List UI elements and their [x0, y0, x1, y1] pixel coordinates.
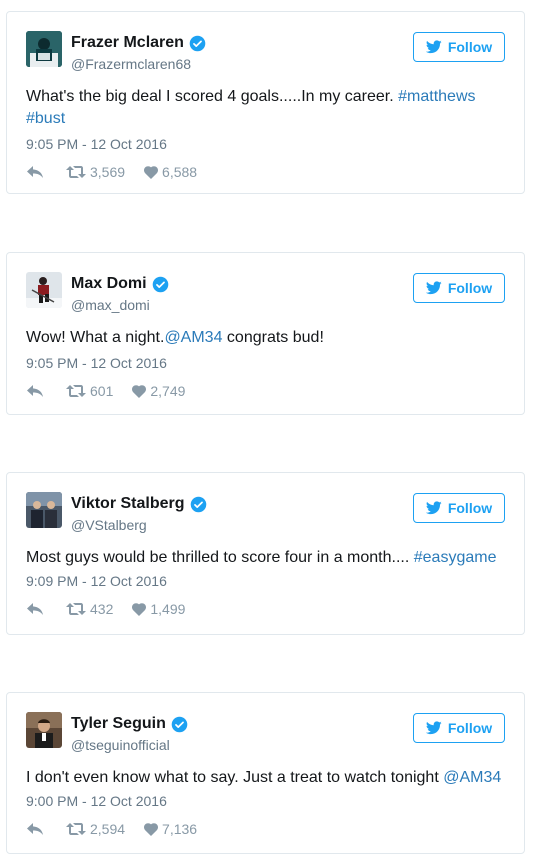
- reply-button[interactable]: [26, 602, 66, 616]
- follow-label: Follow: [447, 280, 493, 296]
- like-count: 6,588: [162, 164, 198, 180]
- avatar[interactable]: [26, 712, 62, 748]
- tweet-text: I don't even know what to say. Just a tr…: [26, 767, 505, 789]
- like-button[interactable]: 1,499: [132, 601, 204, 617]
- timestamp[interactable]: 9:05 PM - 12 Oct 2016: [26, 136, 167, 152]
- tweet-text-body: Wow! What a night.: [26, 329, 165, 346]
- tweet-text: Wow! What a night.@AM34 congrats bud!: [26, 327, 505, 349]
- follow-button[interactable]: Follow: [413, 32, 505, 62]
- tweet-card: Tyler Seguin @tseguinofficial Follow I d…: [6, 692, 525, 854]
- tweet-text-body: congrats bud!: [222, 329, 324, 346]
- username[interactable]: @tseguinofficial: [71, 737, 170, 753]
- retweet-count: 3,569: [90, 164, 126, 180]
- avatar[interactable]: [26, 272, 62, 308]
- verified-badge-icon: [190, 496, 206, 512]
- display-name[interactable]: Frazer Mclaren: [71, 34, 184, 52]
- like-button[interactable]: 6,588: [144, 164, 216, 180]
- display-name[interactable]: Viktor Stalberg: [71, 495, 185, 513]
- timestamp[interactable]: 9:09 PM - 12 Oct 2016: [26, 573, 167, 589]
- heart-icon: [144, 822, 159, 836]
- reply-button[interactable]: [26, 384, 66, 398]
- like-button[interactable]: 2,749: [132, 383, 204, 399]
- display-name[interactable]: Tyler Seguin: [71, 715, 166, 733]
- reply-button[interactable]: [26, 165, 66, 179]
- tweet-text: What's the big deal I scored 4 goals....…: [26, 86, 505, 130]
- retweet-button[interactable]: 432: [66, 601, 132, 617]
- twitter-bird-icon: [425, 281, 442, 295]
- tweet-text-body: I don't even know what to say. Just a tr…: [26, 769, 444, 786]
- verified-badge-icon: [189, 35, 206, 51]
- username[interactable]: @Frazermclaren68: [71, 56, 191, 72]
- reply-icon: [27, 166, 43, 178]
- verified-badge-icon: [152, 276, 168, 292]
- heart-icon: [132, 602, 147, 616]
- heart-icon: [132, 384, 147, 398]
- tweet-text: Most guys would be thrilled to score fou…: [26, 547, 505, 569]
- tweet-card: Max Domi @max_domi Follow Wow! What a ni…: [6, 252, 525, 415]
- tweet-card: Viktor Stalberg @VStalberg Follow Most g…: [6, 472, 525, 635]
- tweet-text-body: What's the big deal I scored 4 goals....…: [26, 88, 399, 105]
- hashtag-link[interactable]: #matthews: [398, 88, 475, 105]
- follow-label: Follow: [447, 39, 493, 55]
- retweet-icon: [66, 603, 86, 615]
- retweet-icon: [66, 166, 86, 178]
- follow-button[interactable]: Follow: [413, 493, 505, 523]
- mention-link[interactable]: @AM34: [443, 769, 501, 786]
- timestamp[interactable]: 9:00 PM - 12 Oct 2016: [26, 793, 167, 809]
- reply-icon: [27, 823, 43, 835]
- retweet-icon: [66, 823, 86, 835]
- follow-label: Follow: [447, 720, 493, 736]
- retweet-button[interactable]: 601: [66, 383, 132, 399]
- like-count: 7,136: [162, 821, 198, 837]
- mention-link[interactable]: @AM34: [164, 329, 222, 346]
- retweet-count: 432: [90, 601, 114, 617]
- tweet-text-body: Most guys would be thrilled to score fou…: [26, 549, 414, 566]
- retweet-button[interactable]: 3,569: [66, 164, 144, 180]
- verified-badge-icon: [171, 716, 188, 732]
- hashtag-link[interactable]: #easygame: [414, 549, 497, 566]
- hashtag-link[interactable]: #bust: [26, 110, 65, 127]
- avatar[interactable]: [26, 31, 62, 67]
- retweet-icon: [66, 385, 86, 397]
- like-button[interactable]: 7,136: [144, 821, 216, 837]
- avatar[interactable]: [26, 492, 62, 528]
- username[interactable]: @max_domi: [71, 297, 150, 313]
- retweet-count: 601: [90, 383, 114, 399]
- reply-button[interactable]: [26, 822, 66, 836]
- retweet-button[interactable]: 2,594: [66, 821, 144, 837]
- tweet-card: Frazer Mclaren @Frazermclaren68 Follow W…: [6, 11, 525, 194]
- timestamp[interactable]: 9:05 PM - 12 Oct 2016: [26, 355, 167, 371]
- like-count: 1,499: [150, 601, 186, 617]
- follow-label: Follow: [447, 500, 493, 516]
- twitter-bird-icon: [425, 501, 442, 515]
- twitter-bird-icon: [425, 721, 442, 735]
- heart-icon: [144, 165, 159, 179]
- like-count: 2,749: [150, 383, 186, 399]
- retweet-count: 2,594: [90, 821, 126, 837]
- reply-icon: [27, 385, 43, 397]
- twitter-bird-icon: [425, 40, 442, 54]
- follow-button[interactable]: Follow: [413, 713, 505, 743]
- follow-button[interactable]: Follow: [413, 273, 505, 303]
- reply-icon: [27, 603, 43, 615]
- display-name[interactable]: Max Domi: [71, 275, 147, 293]
- username[interactable]: @VStalberg: [71, 517, 147, 533]
